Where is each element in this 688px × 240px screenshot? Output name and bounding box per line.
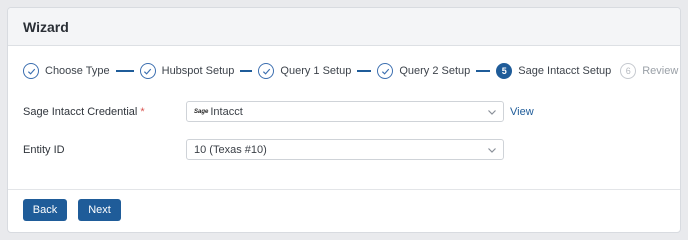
check-icon (258, 63, 275, 79)
entity-value: 10 (Texas #10) (194, 143, 267, 156)
step-connector (476, 70, 491, 72)
wizard-stepper: Choose Type Hubspot Setup Query 1 Setup … (23, 62, 678, 80)
step-label: Query 2 Setup (399, 65, 471, 77)
check-icon (377, 63, 394, 79)
chevron-down-icon (488, 148, 496, 153)
step-choose-type[interactable]: Choose Type (23, 63, 110, 79)
entity-select[interactable]: 10 (Texas #10) (186, 139, 504, 160)
step-connector (115, 70, 134, 72)
step-number-badge: 6 (620, 63, 637, 79)
step-connector (240, 70, 253, 72)
step-label: Query 1 Setup (280, 65, 352, 77)
wizard-footer: Back Next (8, 189, 680, 232)
step-label: Hubspot Setup (161, 65, 235, 77)
step-sage-intacct-setup[interactable]: 5 Sage Intacct Setup (496, 63, 611, 79)
chevron-down-icon (488, 110, 496, 115)
wizard-card: Wizard Choose Type Hubspot Setup Query 1… (7, 7, 681, 233)
credential-value: Intacct (210, 105, 243, 118)
check-icon (139, 63, 156, 79)
card-header: Wizard (8, 8, 680, 46)
step-query-2-setup[interactable]: Query 2 Setup (377, 63, 470, 79)
credential-select[interactable]: Sage Intacct (186, 101, 504, 122)
step-label: Choose Type (45, 65, 110, 77)
view-credential-link[interactable]: View (510, 106, 534, 118)
sage-logo: Sage (194, 108, 209, 115)
step-number-badge: 5 (496, 63, 513, 79)
check-icon (23, 63, 39, 79)
required-marker: * (140, 105, 145, 118)
step-connector (357, 70, 372, 72)
back-button[interactable]: Back (23, 199, 67, 221)
credential-label: Sage Intacct Credential * (23, 105, 145, 118)
step-label: Sage Intacct Setup (518, 65, 612, 77)
step-label: Review (642, 65, 679, 77)
step-hubspot-setup[interactable]: Hubspot Setup (139, 63, 235, 79)
wizard-title: Wizard (23, 18, 69, 35)
next-button[interactable]: Next (78, 199, 121, 221)
credential-row: Sage Intacct Credential * Sage Intacct Vi… (23, 101, 534, 122)
step-review[interactable]: 6 Review (620, 63, 678, 79)
entity-label: Entity ID (23, 143, 65, 156)
entity-row: Entity ID 10 (Texas #10) (23, 139, 504, 160)
step-query-1-setup[interactable]: Query 1 Setup (258, 63, 351, 79)
